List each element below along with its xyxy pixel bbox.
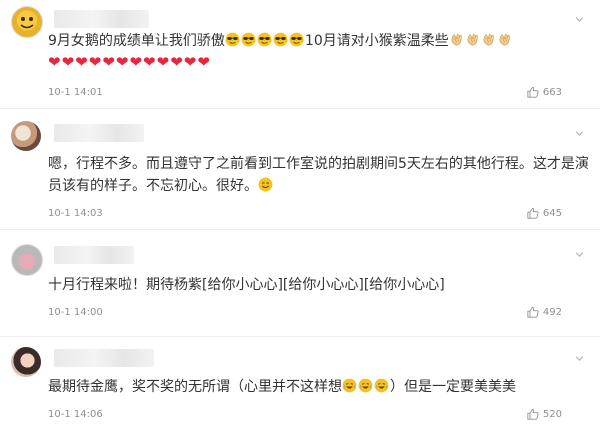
comment-item: 嗯，行程不多。而且遵守了之前看到工作室说的拍剧期间5天左右的其他行程。这才是演员… [0, 109, 600, 228]
sunglasses-emoji-icon [241, 32, 256, 47]
avatar[interactable] [11, 6, 43, 38]
comment-text: 嗯，行程不多。而且遵守了之前看到工作室说的拍剧期间5天左右的其他行程。这才是演员… [48, 156, 589, 194]
red-heart-emoji-icon: ❤ [183, 53, 197, 71]
like-button[interactable]: 645 [527, 207, 562, 219]
red-heart-emoji-icon: ❤ [143, 53, 156, 71]
comment-timestamp: 10-1 14:03 [48, 208, 103, 219]
sunglasses-emoji-icon [225, 33, 305, 49]
like-count: 492 [542, 306, 562, 318]
username-blurred[interactable] [54, 10, 149, 28]
thumbs-up-icon [527, 207, 539, 219]
like-button[interactable]: 663 [527, 86, 562, 98]
thumbs-up-icon [527, 86, 539, 98]
username-blurred[interactable] [54, 124, 144, 142]
smile-emoji-icon [258, 178, 274, 194]
clapping-hands-emoji-icon [449, 33, 513, 49]
red-heart-emoji-icon: ❤ [156, 53, 170, 71]
comment-item: 十月行程来啦！期待杨紫[给你小心心][给你小心心][给你小心心] 10-1 14… [0, 230, 600, 336]
thumbs-up-icon [527, 306, 539, 318]
red-heart-emoji-icon: ❤ [88, 53, 102, 71]
laugh-cry-emoji-icon [374, 378, 389, 393]
clapping-hands-emoji-icon [481, 32, 496, 47]
comment-text: 十月行程来啦！期待杨紫[给你小心心][给你小心心][给你小心心] [48, 277, 445, 293]
avatar[interactable] [11, 244, 43, 276]
avatar-emoji-icon [20, 17, 34, 29]
thumbs-up-icon [527, 408, 539, 420]
sunglasses-emoji-icon [225, 32, 240, 47]
laugh-cry-emoji-icon [358, 378, 373, 393]
sunglasses-emoji-icon [257, 32, 272, 47]
comment-timestamp: 10-1 14:00 [48, 307, 103, 318]
red-heart-emoji-icon: ❤ [197, 53, 210, 71]
chevron-down-icon[interactable] [575, 129, 584, 138]
like-count: 520 [542, 408, 562, 420]
clapping-hands-emoji-icon [465, 32, 480, 47]
clapping-hands-emoji-icon [497, 32, 512, 47]
red-heart-emoji-icon: ❤❤❤❤❤❤❤❤❤❤❤❤ [48, 55, 211, 71]
chevron-down-icon[interactable] [575, 354, 584, 363]
red-heart-emoji-icon: ❤ [115, 53, 129, 71]
sunglasses-emoji-icon [273, 32, 288, 47]
chevron-down-icon[interactable] [575, 250, 584, 259]
comment-timestamp: 10-1 14:06 [48, 409, 103, 420]
chevron-down-icon[interactable] [575, 15, 584, 24]
like-button[interactable]: 492 [527, 306, 562, 318]
avatar[interactable] [11, 121, 41, 151]
comment-text: 9月女鹅的成绩单让我们骄傲 10月请对小猴紫温柔些 ❤❤❤❤❤❤❤❤❤❤❤❤ [48, 30, 590, 74]
username-blurred[interactable] [54, 349, 154, 367]
red-heart-emoji-icon: ❤ [170, 53, 183, 71]
red-heart-emoji-icon: ❤ [61, 53, 75, 71]
like-button[interactable]: 520 [527, 408, 562, 420]
red-heart-emoji-icon: ❤ [48, 53, 61, 71]
comment-timestamp: 10-1 14:01 [48, 87, 103, 98]
comment-text: 最期待金鹰，奖不奖的无所谓（心里并不这样想 ）但是一定要美美美 [48, 379, 516, 395]
comment-item: 9月女鹅的成绩单让我们骄傲 10月请对小猴紫温柔些 ❤❤❤❤❤❤❤❤❤❤❤❤ 10… [0, 0, 600, 108]
red-heart-emoji-icon: ❤ [102, 53, 115, 71]
laugh-cry-emoji-icon [342, 378, 357, 393]
like-count: 663 [542, 86, 562, 98]
red-heart-emoji-icon: ❤ [75, 53, 88, 71]
sunglasses-emoji-icon [289, 32, 304, 47]
username-blurred[interactable] [54, 246, 134, 264]
comment-item: 最期待金鹰，奖不奖的无所谓（心里并不这样想 ）但是一定要美美美 10-1 14:0… [0, 337, 600, 430]
like-count: 645 [542, 207, 562, 219]
avatar[interactable] [11, 347, 41, 377]
red-heart-emoji-icon: ❤ [129, 53, 143, 71]
smile-emoji-icon [258, 177, 273, 192]
laugh-cry-emoji-icon [342, 379, 390, 395]
clapping-hands-emoji-icon [449, 32, 464, 47]
